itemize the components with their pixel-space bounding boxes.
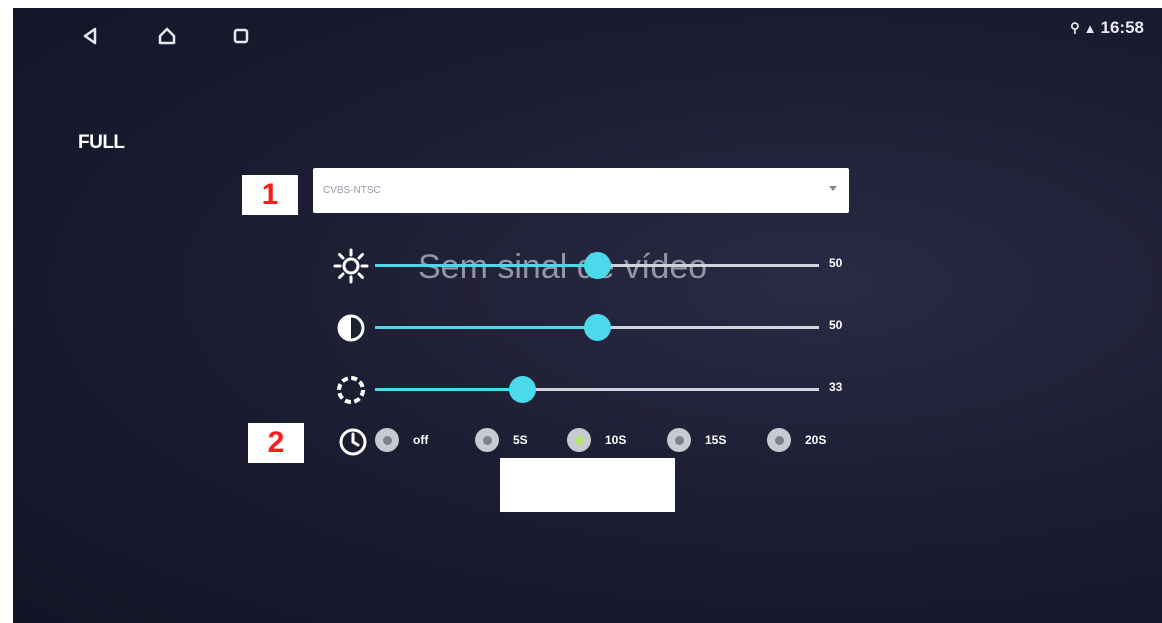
status-bar: ⚲ ▲ 16:58 [1070, 18, 1144, 38]
timer-option-15s[interactable]: 15S [667, 428, 726, 452]
timer-option-20s[interactable]: 20S [767, 428, 826, 452]
timer-option-label: 20S [805, 433, 827, 447]
system-nav-bar: ⚲ ▲ 16:58 [13, 8, 1162, 58]
brightness-slider-thumb[interactable] [584, 252, 611, 279]
annotation-marker-1: 1 [242, 175, 298, 215]
contrast-slider-thumb[interactable] [584, 314, 611, 341]
timer-option-label: off [413, 433, 429, 447]
video-source-value: CVBS-NTSC [323, 185, 381, 196]
brightness-slider[interactable] [375, 252, 819, 279]
timer-option-label: 15S [705, 433, 727, 447]
radio-button[interactable] [475, 428, 499, 452]
saturation-value: 33 [829, 380, 843, 394]
annotation-marker-2: 2 [248, 423, 304, 463]
brightness-value: 50 [829, 256, 843, 270]
brightness-sun-icon [333, 248, 369, 284]
timer-option-off[interactable]: off [375, 428, 428, 452]
location-icon: ⚲ [1070, 20, 1080, 35]
clock-icon [337, 426, 369, 458]
app-screen: ⚲ ▲ 16:58 FULL Sem sinal de vídeo CVBS-N… [13, 8, 1162, 623]
timer-option-label: 10S [605, 433, 627, 447]
saturation-slider-thumb[interactable] [508, 376, 536, 403]
contrast-value: 50 [829, 318, 843, 332]
video-source-dropdown[interactable]: CVBS-NTSC [313, 168, 849, 213]
radio-button[interactable] [375, 428, 399, 452]
contrast-slider-fill [375, 326, 597, 329]
timer-option-5s[interactable]: 5S [475, 428, 528, 452]
timer-options-row: off 5S 10S 15S 20S [337, 424, 877, 458]
brightness-slider-fill [375, 264, 597, 267]
saturation-slider-row: 33 [333, 368, 853, 408]
back-triangle-icon[interactable] [78, 24, 102, 48]
contrast-slider-row: 50 [333, 306, 853, 346]
recents-square-icon[interactable] [229, 24, 253, 48]
timer-option-label: 5S [513, 433, 528, 447]
brightness-slider-row: 50 [333, 244, 853, 284]
radio-button[interactable] [767, 428, 791, 452]
confirm-button[interactable] [500, 458, 675, 512]
saturation-dashed-circle-icon [333, 372, 369, 408]
contrast-slider[interactable] [375, 314, 819, 341]
radio-button[interactable] [667, 428, 691, 452]
saturation-slider[interactable] [375, 376, 819, 403]
display-mode-label[interactable]: FULL [78, 132, 125, 154]
radio-button-selected[interactable] [567, 428, 591, 452]
chevron-down-icon [829, 186, 837, 191]
home-icon[interactable] [155, 24, 179, 48]
car-icon: ▲ [1083, 20, 1097, 36]
contrast-icon [333, 310, 369, 346]
status-time: 16:58 [1100, 18, 1144, 37]
saturation-slider-fill [375, 388, 522, 391]
timer-option-10s[interactable]: 10S [567, 428, 626, 452]
